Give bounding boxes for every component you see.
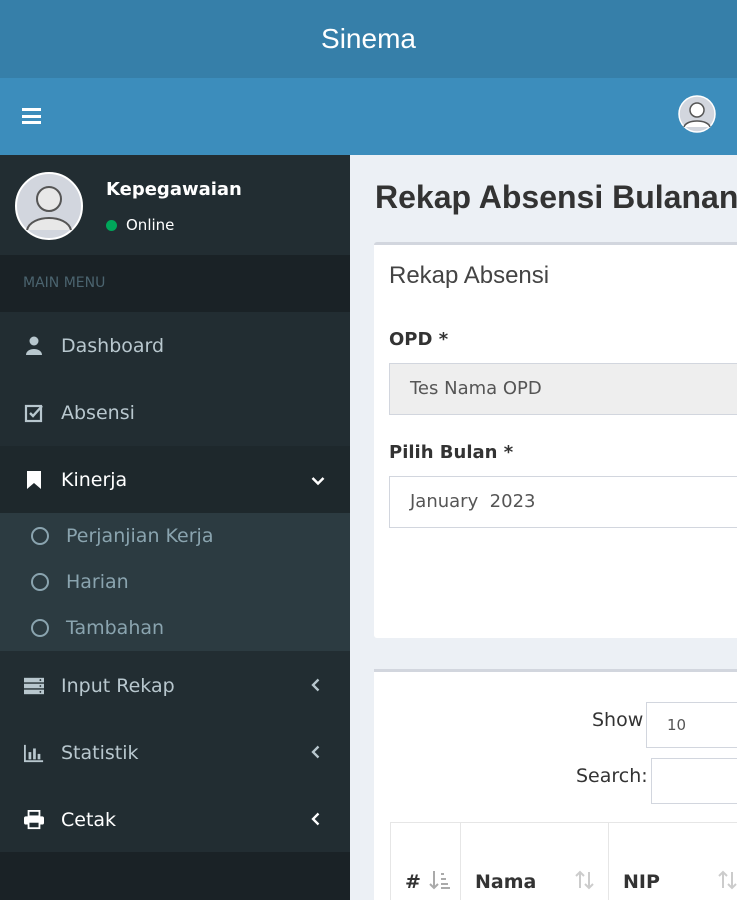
sidebar-item-label: Kinerja (61, 468, 128, 491)
submenu-item-tambahan[interactable]: Tambahan (0, 605, 350, 651)
sidebar-item-kinerja[interactable]: Kinerja (0, 446, 350, 513)
opd-field[interactable]: Tes Nama OPD (389, 363, 737, 415)
submenu-item-perjanjian-kerja[interactable]: Perjanjian Kerja (0, 513, 350, 559)
column-header-label: # (405, 871, 421, 893)
sidebar-item-statistik[interactable]: Statistik (0, 719, 350, 786)
sidebar-item-label: Input Rekap (61, 674, 175, 697)
column-header-nama[interactable]: Nama (461, 823, 609, 900)
column-header-number[interactable]: # (391, 823, 461, 900)
app-title[interactable]: Sinema (321, 23, 416, 55)
opd-label: OPD * (389, 329, 449, 350)
online-status-label: Online (126, 216, 175, 234)
sidebar-item-label: Cetak (61, 808, 117, 831)
sort-icon (575, 869, 595, 896)
data-table: # Nama NIP (390, 822, 737, 900)
chevron-down-icon (311, 469, 325, 491)
user-icon (24, 336, 44, 356)
server-icon (24, 676, 44, 696)
online-dot-icon (106, 219, 117, 231)
app-header: Sinema (0, 0, 737, 78)
circle-icon (31, 573, 49, 591)
sidebar-item-label: Dashboard (61, 334, 165, 357)
menu-header: MAIN MENU (0, 255, 350, 312)
check-square-icon (24, 403, 44, 423)
print-icon (24, 809, 44, 830)
main-content: Rekap Absensi Bulanan Rekap Absensi OPD … (350, 155, 737, 900)
rekap-form-box: Rekap Absensi OPD * Tes Nama OPD Pilih B… (374, 242, 737, 638)
sidebar-item-label: Statistik (61, 741, 139, 764)
chevron-left-icon (311, 675, 321, 697)
sort-icon (718, 869, 737, 896)
navbar-avatar-icon[interactable] (678, 95, 716, 137)
circle-icon (31, 527, 49, 545)
column-header-label: Nama (475, 871, 537, 893)
avatar (15, 172, 83, 240)
user-panel: Kepegawaian Online (0, 155, 350, 255)
sidebar-item-input-rekap[interactable]: Input Rekap (0, 652, 350, 719)
submenu-item-label: Perjanjian Kerja (66, 525, 214, 547)
chevron-left-icon (311, 742, 321, 764)
sort-amount-icon (429, 869, 451, 896)
bookmark-icon (24, 470, 44, 490)
submenu-item-harian[interactable]: Harian (0, 559, 350, 605)
page-title: Rekap Absensi Bulanan (375, 179, 737, 215)
online-status: Online (106, 216, 174, 234)
search-label: Search: (576, 765, 648, 787)
column-header-nip[interactable]: NIP (609, 823, 737, 900)
sidebar-item-label: Absensi (61, 401, 135, 424)
circle-icon (31, 619, 49, 637)
month-field[interactable]: January 2023 (389, 476, 737, 528)
sidebar-item-dashboard[interactable]: Dashboard (0, 312, 350, 379)
sidebar-item-absensi[interactable]: Absensi (0, 379, 350, 446)
navbar (0, 78, 737, 155)
submenu-item-label: Tambahan (66, 617, 165, 639)
month-label: Pilih Bulan * (389, 442, 514, 463)
user-name: Kepegawaian (106, 179, 242, 200)
submenu-item-label: Harian (66, 571, 129, 593)
table-box: Show 10 Search: # Nama NIP (374, 669, 737, 900)
sidebar: Kepegawaian Online MAIN MENU Dashboard A… (0, 155, 350, 900)
box-title: Rekap Absensi (389, 262, 550, 289)
sidebar-footer (0, 852, 350, 900)
page-size-select[interactable]: 10 (646, 702, 737, 748)
search-input[interactable] (651, 758, 737, 804)
show-label: Show (592, 709, 644, 731)
kinerja-submenu: Perjanjian Kerja Harian Tambahan (0, 513, 350, 651)
chevron-left-icon (311, 809, 321, 831)
column-header-label: NIP (623, 871, 660, 893)
sidebar-item-cetak[interactable]: Cetak (0, 786, 350, 853)
menu-toggle-icon[interactable] (22, 108, 41, 124)
bar-chart-icon (24, 743, 44, 763)
